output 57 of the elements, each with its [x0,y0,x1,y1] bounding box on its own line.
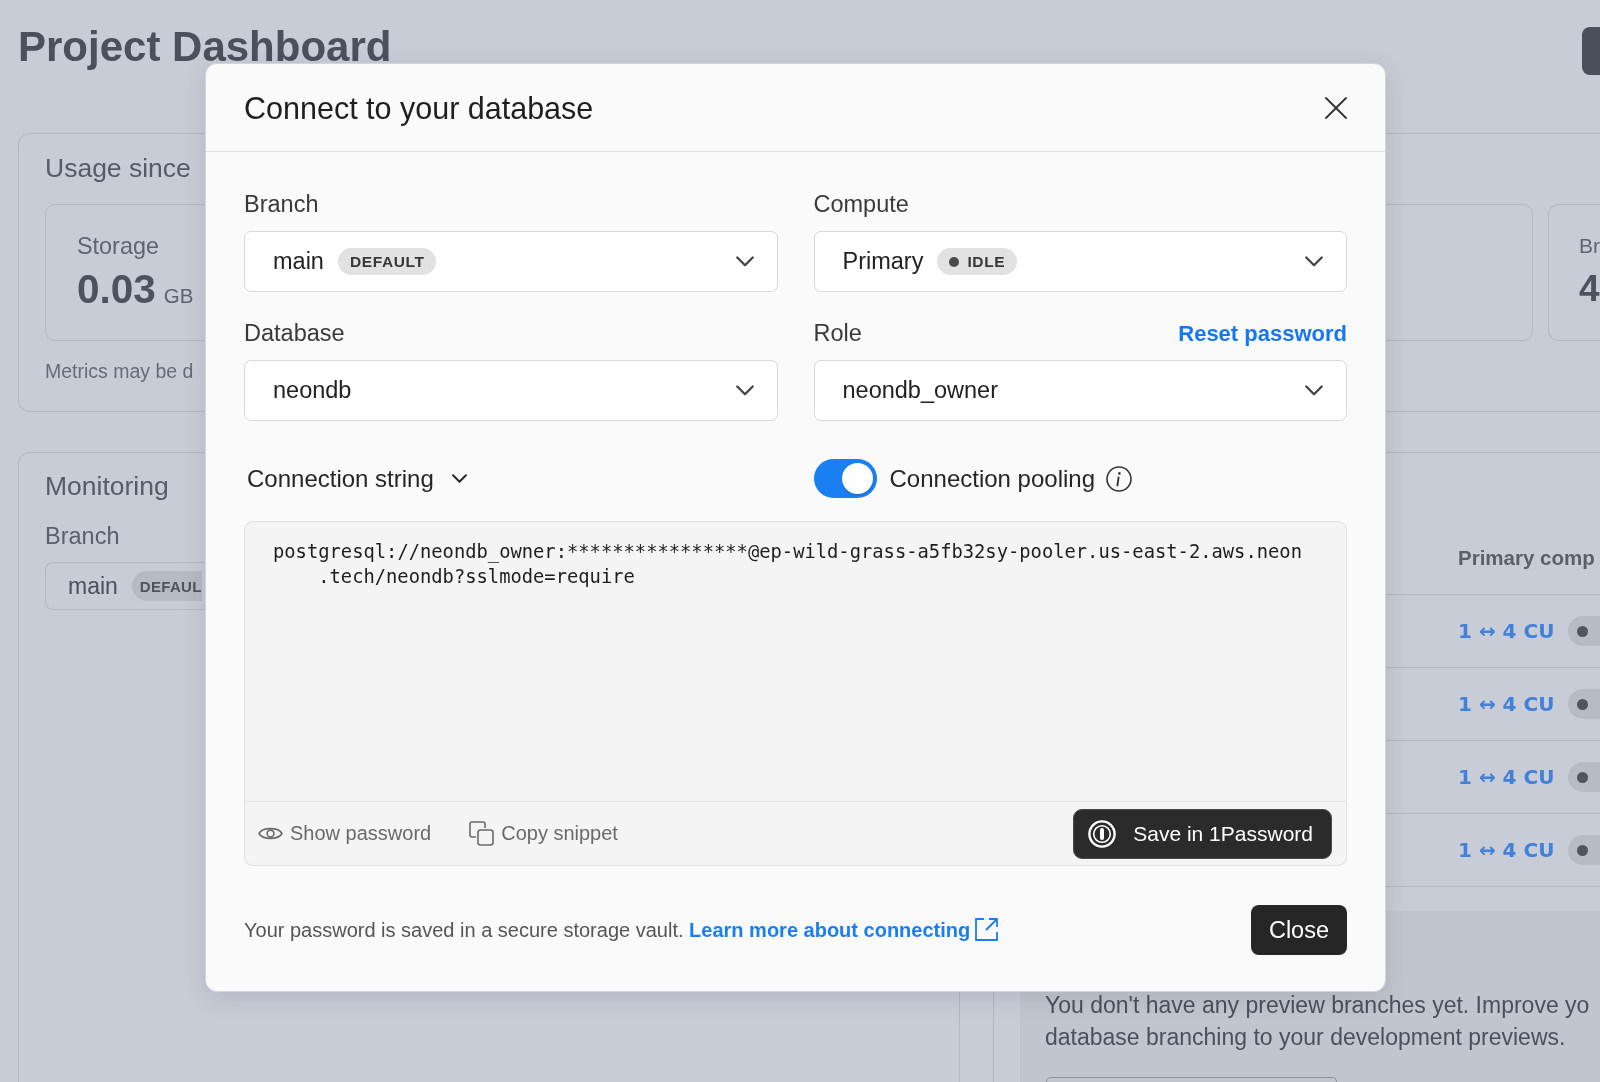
learn-more-link[interactable]: Learn more about connecting [689,919,999,941]
chevron-down-icon [1305,256,1323,267]
keyhole-icon [1088,819,1117,848]
selected-value: neondb_owner [842,377,998,404]
status-dot-icon [1577,844,1589,856]
snippet-type-button[interactable]: Connection string [244,464,467,493]
metrics-note: Metrics may be d [45,359,194,383]
connection-string: postgresql://neondb_owner:****************@ep-wild-grass-a5fb32sy-pooler.us-east-2.aws.neon .tech/neondb?sslmode=require [273,540,1302,589]
card-title: Monitoring [45,470,169,502]
selected-value: main [68,572,118,600]
chevron-down-icon [735,256,754,267]
save-password-button[interactable]: Save in 1Password [1073,808,1332,859]
dropdown-select[interactable]: neondb [244,360,778,421]
dropdown-select[interactable]: neondb_owner [813,360,1347,421]
field-label: Compute [813,192,909,217]
column-header: Primary comp [1458,545,1595,571]
copy-snippet-button[interactable]: Copy snippet [469,821,618,846]
status-dot-icon [1577,771,1589,783]
stat-value: 0.03 [77,266,156,312]
chevron-down-icon [451,474,467,483]
password-note: Your password is saved in a secure storage vault. Learn more about connecting [244,918,999,942]
dialog-title: Connect to your database [244,89,594,128]
eye-icon [258,825,283,842]
selected-value: Primary [842,248,924,275]
status-label: IDLE [967,252,1006,271]
external-link-icon [975,918,999,941]
card-title: Usage since [45,152,191,184]
chevron-down-icon [1305,385,1323,396]
selected-value: neondb [273,377,352,404]
status-dot-icon [1577,698,1589,710]
show-password-button[interactable]: Show password [258,822,432,845]
stat-label: Br [1579,233,1600,259]
field-label: Role [813,321,862,346]
status-dot-icon [1577,625,1589,637]
close-button[interactable] [1325,96,1347,119]
field-label: Branch [45,522,120,550]
reset-password-link[interactable]: Reset password [1178,321,1347,346]
dropdown-select[interactable]: Primary IDLE [813,231,1347,292]
close-icon [1325,96,1347,119]
branch-select[interactable]: main DEFAUL [45,562,205,610]
toggle-label: Connection pooling [889,464,1095,493]
close-dialog-button[interactable]: Close [1250,905,1347,955]
chevron-down-icon [735,385,754,396]
branch-tag: DEFAUL [131,571,202,601]
branch-tag: DEFAULT [337,248,437,275]
info-icon [1106,465,1132,492]
copy-icon [469,821,495,846]
selected-value: main [273,248,324,275]
stat-value: 4 [1579,267,1600,311]
stat-unit: GB [163,284,194,308]
empty-state-text: You don't have any preview branches yet. Improve yo database branching to your development previews. [1045,991,1591,1052]
stat-label: Storage [77,232,159,260]
field-label: Database [244,321,345,346]
pooling-toggle[interactable] [813,459,877,498]
field-label: Branch [244,192,319,217]
dropdown-select[interactable]: main DEFAULT [244,231,778,292]
header-button[interactable] [1582,27,1600,75]
